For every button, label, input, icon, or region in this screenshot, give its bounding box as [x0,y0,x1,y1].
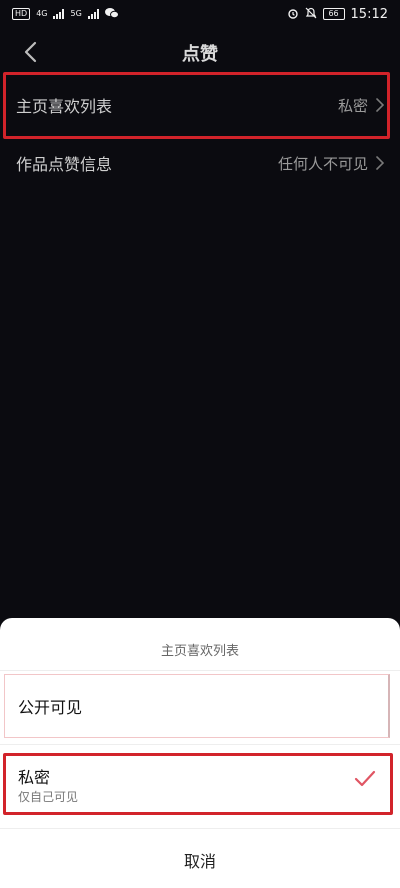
sheet-title: 主页喜欢列表 [160,644,239,659]
signal-icon-2 [87,9,99,19]
battery-indicator: 66 [322,8,345,20]
network-4g: 4G [36,9,48,18]
wechat-icon [104,7,119,22]
row-value: 任何人不可见 [277,154,368,173]
cancel-button[interactable]: 取消 [0,848,400,872]
mute-icon [305,7,317,22]
option-public[interactable]: 公开可见 [4,674,396,738]
highlight-box-option [3,753,393,815]
row-label: 作品点赞信息 [16,155,113,174]
top-nav: 点赞 [0,28,400,76]
status-right: 66 15:12 [287,7,388,22]
status-bar: HD 4G 5G 66 15:12 [0,0,400,28]
divider [0,670,400,671]
alarm-icon [287,7,299,22]
status-left: HD 4G 5G [12,7,119,22]
divider [0,744,400,745]
page-title: 点赞 [182,44,218,65]
row-work-likes-info[interactable]: 作品点赞信息 任何人不可见 [0,135,400,191]
divider [0,828,400,829]
chevron-right-icon [376,156,384,170]
highlight-box-row [3,72,390,139]
signal-icon [53,9,65,19]
option-label: 公开可见 [18,698,83,717]
hd-badge: HD [12,8,31,20]
status-time: 15:12 [350,6,388,22]
network-5g: 5G [70,9,82,18]
row-value-wrap: 任何人不可见 [278,153,384,174]
privacy-bottom-sheet: 主页喜欢列表 公开可见 私密 仅自己可见 取消 [0,618,400,888]
